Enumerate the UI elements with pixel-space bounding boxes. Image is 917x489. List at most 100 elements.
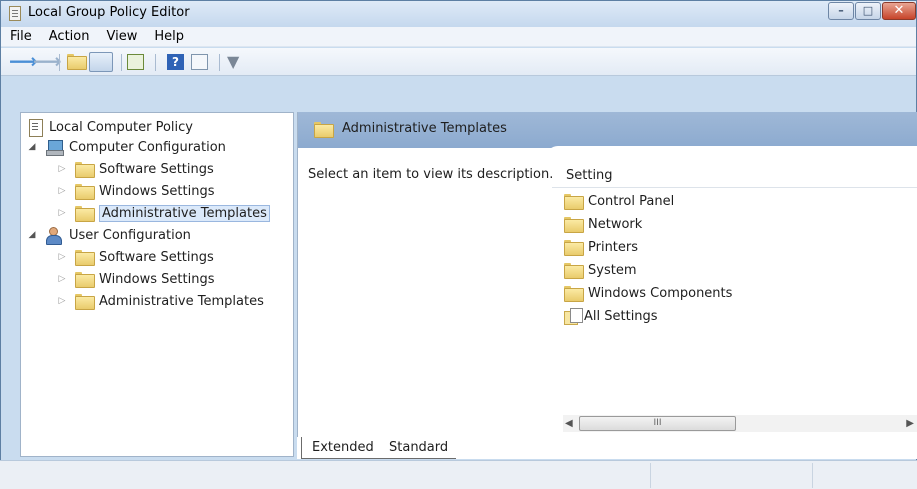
details-header-title: Administrative Templates <box>342 121 507 136</box>
column-header-setting[interactable]: Setting <box>552 166 917 188</box>
tab-extended[interactable]: Extended <box>301 437 383 459</box>
maximize-button[interactable]: □ <box>855 2 881 20</box>
expanded-arrow-icon[interactable]: ◢ <box>27 142 37 152</box>
collapsed-arrow-icon[interactable]: ▷ <box>57 164 67 174</box>
window-controls: – □ ✕ <box>827 2 916 20</box>
status-cell <box>650 463 651 488</box>
tree-item-local-computer-policy[interactable]: Local Computer Policy <box>27 116 193 138</box>
tree-item-computer-windows-settings[interactable]: ▷ Windows Settings <box>57 180 214 202</box>
forward-icon[interactable]: ⟶ <box>33 51 62 71</box>
tree-item-label: Software Settings <box>99 161 214 177</box>
scroll-thumb[interactable]: III <box>579 416 736 431</box>
menu-view[interactable]: View <box>97 27 145 46</box>
list-item-windows-components[interactable]: Windows Components <box>564 282 732 304</box>
folder-icon <box>75 294 95 310</box>
folder-icon <box>564 263 584 279</box>
title-bar[interactable]: Local Group Policy Editor – □ ✕ <box>1 1 916 27</box>
policy-editor-icon <box>9 6 21 21</box>
expanded-arrow-icon[interactable]: ◢ <box>27 230 37 240</box>
help-icon[interactable]: ? <box>167 54 184 70</box>
filter-icon[interactable]: ▼ <box>227 54 244 70</box>
folder-icon <box>67 54 87 70</box>
menu-action[interactable]: Action <box>40 27 98 46</box>
user-icon <box>45 227 63 245</box>
minimize-icon: – <box>838 4 844 17</box>
window-title: Local Group Policy Editor <box>28 5 190 20</box>
tree-item-label: Software Settings <box>99 249 214 265</box>
close-icon: ✕ <box>893 3 905 18</box>
list-item-network[interactable]: Network <box>564 213 642 235</box>
tree-item-label: User Configuration <box>69 227 191 243</box>
collapsed-arrow-icon[interactable]: ▷ <box>57 274 67 284</box>
toolbar: ⟶ ⟶ ? ▼ <box>1 48 916 76</box>
folder-icon <box>564 194 584 210</box>
list-item-label: Windows Components <box>588 285 733 301</box>
tab-standard[interactable]: Standard <box>379 437 457 459</box>
folder-icon <box>75 206 95 222</box>
toolbar-separator <box>155 54 156 71</box>
list-item-label: Network <box>588 216 643 232</box>
view-tabs: Extended Standard <box>297 437 917 459</box>
description-text: Select an item to view its description. <box>308 167 554 182</box>
tree-item-user-software-settings[interactable]: ▷ Software Settings <box>57 246 214 268</box>
all-settings-icon <box>564 308 583 325</box>
tree-item-computer-administrative-templates[interactable]: ▷ Administrative Templates <box>57 202 270 224</box>
tree-item-computer-configuration[interactable]: ◢ Computer Configuration <box>27 136 226 158</box>
tree-item-label: Computer Configuration <box>69 139 226 155</box>
show-hide-tree-icon[interactable] <box>89 52 113 72</box>
folder-icon <box>75 250 95 266</box>
folder-icon <box>75 272 95 288</box>
tree-item-computer-software-settings[interactable]: ▷ Software Settings <box>57 158 214 180</box>
list-item-label: Printers <box>588 239 639 255</box>
tree-pane: Local Computer Policy ◢ Computer Configu… <box>20 112 294 457</box>
list-item-system[interactable]: System <box>564 259 636 281</box>
folder-icon <box>564 217 584 233</box>
show-hide-action-pane-icon[interactable] <box>191 54 208 70</box>
tree-item-label: Administrative Templates <box>99 293 264 309</box>
tree-item-user-windows-settings[interactable]: ▷ Windows Settings <box>57 268 214 290</box>
collapsed-arrow-icon[interactable]: ▷ <box>57 252 67 262</box>
collapsed-arrow-icon[interactable]: ▷ <box>57 186 67 196</box>
tree-item-label: Administrative Templates <box>99 204 270 222</box>
close-button[interactable]: ✕ <box>882 2 916 20</box>
toolbar-separator <box>121 54 122 71</box>
list-item-control-panel[interactable]: Control Panel <box>564 190 674 212</box>
toolbar-separator <box>219 54 220 71</box>
menu-bar: File Action View Help <box>1 27 916 47</box>
minimize-button[interactable]: – <box>828 2 854 20</box>
up-folder-icon[interactable] <box>67 54 87 70</box>
tree-item-label: Local Computer Policy <box>49 119 193 135</box>
status-bar <box>0 460 917 489</box>
list-item-printers[interactable]: Printers <box>564 236 638 258</box>
export-list-icon[interactable] <box>127 54 144 70</box>
folder-icon <box>564 240 584 256</box>
horizontal-scrollbar[interactable]: ◀ III ▶ <box>563 415 917 432</box>
menu-file[interactable]: File <box>1 27 40 46</box>
settings-list: Setting Control Panel Network Printers S… <box>552 156 917 437</box>
scroll-right-icon[interactable]: ▶ <box>906 415 914 432</box>
tree-item-label: Windows Settings <box>99 271 215 287</box>
status-cell <box>812 463 813 488</box>
list-item-label: System <box>588 262 637 278</box>
policy-icon <box>27 118 43 137</box>
tree-item-label: Windows Settings <box>99 183 215 199</box>
back-icon[interactable]: ⟶ <box>9 51 38 71</box>
collapsed-arrow-icon[interactable]: ▷ <box>57 208 67 218</box>
menu-help[interactable]: Help <box>145 27 192 46</box>
toolbar-separator <box>59 54 60 71</box>
folder-icon <box>564 286 584 302</box>
list-item-label: Control Panel <box>588 193 675 209</box>
computer-icon <box>45 139 64 156</box>
maximize-icon: □ <box>862 4 874 17</box>
collapsed-arrow-icon[interactable]: ▷ <box>57 296 67 306</box>
scroll-left-icon[interactable]: ◀ <box>565 415 573 432</box>
folder-icon <box>75 184 95 200</box>
list-item-label: All Settings <box>584 308 658 324</box>
folder-icon <box>314 122 334 138</box>
details-header: Administrative Templates <box>298 112 917 148</box>
list-item-all-settings[interactable]: All Settings <box>564 305 658 327</box>
tree-item-user-configuration[interactable]: ◢ User Configuration <box>27 224 191 246</box>
details-pane: Administrative Templates Select an item … <box>297 112 917 437</box>
folder-icon <box>75 162 95 178</box>
tree-item-user-administrative-templates[interactable]: ▷ Administrative Templates <box>57 290 264 312</box>
